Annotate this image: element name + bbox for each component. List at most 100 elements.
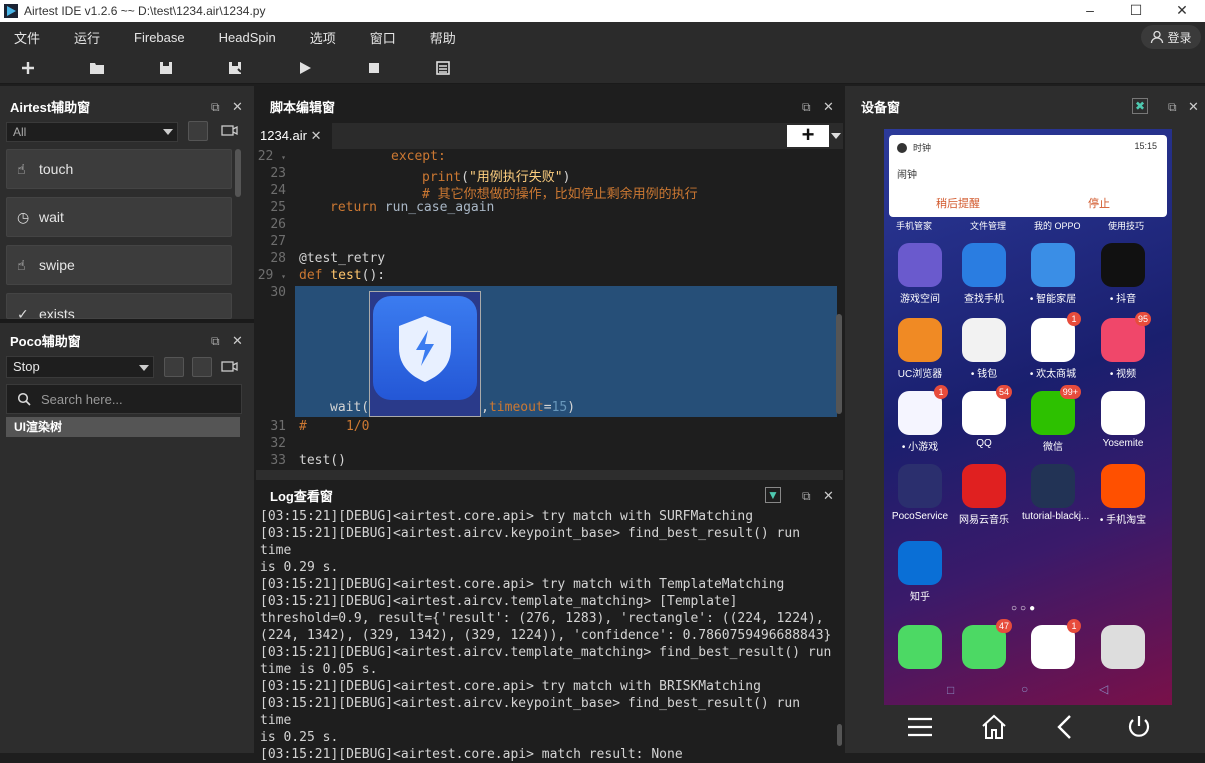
line-number: 31	[270, 419, 286, 434]
app-icon-14[interactable]: tutorial-blackj...	[1022, 464, 1089, 522]
editor-scrollbar[interactable]	[836, 314, 842, 414]
stop-alarm-button[interactable]: 停止	[1088, 195, 1110, 211]
dock-app-1[interactable]: 47	[953, 619, 1015, 672]
template-image-thumbnail[interactable]	[369, 291, 481, 417]
tab-list-chevron-icon[interactable]	[831, 133, 841, 139]
back-icon[interactable]	[1056, 714, 1074, 740]
log-output[interactable]: [03:15:21][DEBUG]<airtest.core.api> try …	[260, 508, 835, 763]
dock-app-3[interactable]	[1092, 625, 1154, 672]
new-tab-button[interactable]: +	[787, 124, 829, 147]
app-icon-7[interactable]: 95 • 视频	[1092, 312, 1154, 380]
alarm-notification[interactable]: 时钟 15:15 闹钟 稍后提醒 停止	[889, 135, 1167, 217]
app-label: • 抖音	[1109, 294, 1137, 305]
poco-record-icon[interactable]	[220, 357, 240, 377]
refresh-icon[interactable]	[192, 357, 212, 377]
wait-action-button[interactable]: ◷ wait	[6, 197, 232, 237]
dock-app-0[interactable]	[889, 625, 951, 672]
android-recents-icon[interactable]: □	[947, 683, 954, 697]
line-number: 22 ▾	[257, 149, 286, 164]
touch-action-button[interactable]: ☝ touch	[6, 149, 232, 189]
float-poco-icon[interactable]: ⧉	[211, 334, 220, 349]
new-file-icon[interactable]	[20, 60, 36, 76]
menu-file[interactable]: 文件	[0, 28, 54, 47]
airtest-scrollbar[interactable]	[235, 149, 241, 197]
app-icon-3[interactable]: • 抖音	[1092, 243, 1154, 305]
app-icon-16[interactable]: 知乎	[889, 541, 951, 603]
app-icon-6[interactable]: 1 • 欢太商城	[1022, 312, 1084, 380]
snooze-button[interactable]: 稍后提醒	[936, 195, 980, 211]
poco-search-input[interactable]: Search here...	[6, 384, 242, 414]
close-editor-icon[interactable]: ✕	[823, 99, 834, 115]
android-back-icon[interactable]: ◁	[1099, 682, 1108, 696]
close-poco-icon[interactable]: ✕	[232, 333, 243, 349]
app-icon-5[interactable]: • 钱包	[953, 318, 1015, 380]
menu-help[interactable]: 帮助	[416, 28, 470, 47]
stop-icon[interactable]	[366, 60, 382, 76]
app-icon-8[interactable]: 1 • 小游戏	[889, 385, 951, 453]
close-window-icon[interactable]: ✕	[1159, 0, 1205, 22]
dock-app-2[interactable]: 1	[1022, 619, 1084, 672]
app-icon-15[interactable]: • 手机淘宝	[1092, 464, 1154, 526]
menu-firebase[interactable]: Firebase	[120, 30, 199, 45]
float-log-icon[interactable]: ⧉	[802, 489, 811, 504]
menu-icon[interactable]	[907, 716, 933, 738]
app-icon-9[interactable]: 54 QQ	[953, 385, 1015, 449]
app-icon-13[interactable]: 网易云音乐	[953, 464, 1015, 526]
app-icon-1[interactable]: 查找手机	[953, 243, 1015, 305]
close-tab-icon[interactable]: ✕	[311, 128, 322, 143]
menu-window[interactable]: 窗口	[356, 28, 410, 47]
log-filter-icon[interactable]: ▼	[765, 487, 781, 503]
device-screen[interactable]: 时钟 15:15 闹钟 稍后提醒 停止 手机管家 文件管理 我的 OPPO 使用…	[884, 129, 1172, 709]
menu-run[interactable]: 运行	[60, 28, 114, 47]
close-log-icon[interactable]: ✕	[823, 488, 834, 504]
save-as-icon[interactable]	[227, 60, 243, 76]
login-button[interactable]: 登录	[1141, 25, 1201, 49]
app-icon-image	[1101, 391, 1145, 435]
close-panel-icon[interactable]: ✕	[232, 99, 243, 115]
code-area[interactable]: 22 ▾ except: 23 print("用例执行失败") 24 # 其它你…	[256, 149, 843, 470]
ui-tree-root[interactable]: UI渲染树	[6, 417, 240, 437]
menu-headspin[interactable]: HeadSpin	[205, 30, 290, 45]
float-editor-icon[interactable]: ⧉	[802, 100, 811, 115]
android-home-icon[interactable]: ○	[1021, 682, 1028, 696]
close-device-icon[interactable]: ✕	[1188, 99, 1199, 115]
app-icon-11[interactable]: Yosemite	[1092, 391, 1154, 449]
notification-badge: 1	[934, 385, 948, 399]
app-label: UC浏览器	[897, 369, 943, 380]
app-icon-0[interactable]: 游戏空间	[889, 243, 951, 305]
open-folder-icon[interactable]	[89, 60, 105, 76]
notif-app-name: 时钟	[913, 143, 932, 153]
device-tools-icon[interactable]: ✖	[1132, 98, 1148, 114]
home-icon[interactable]	[981, 714, 1007, 740]
minimize-icon[interactable]: –	[1067, 0, 1113, 22]
screenshot-select-icon[interactable]	[188, 121, 208, 141]
app-icon-10[interactable]: 99+ 微信	[1022, 385, 1084, 453]
app-label: 查找手机	[964, 294, 1004, 305]
app-icon-4[interactable]: UC浏览器	[889, 318, 951, 380]
lock-icon[interactable]	[164, 357, 184, 377]
save-icon[interactable]	[158, 60, 174, 76]
power-icon[interactable]	[1126, 714, 1152, 740]
log-line: is 0.29 s.	[260, 560, 339, 575]
app-icon-2[interactable]: • 智能家居	[1022, 243, 1084, 305]
tab-1234-air[interactable]: 1234.air ✕	[256, 123, 332, 149]
record-icon[interactable]	[220, 121, 240, 141]
poco-mode-dropdown[interactable]: Stop	[6, 356, 154, 378]
log-report-icon[interactable]	[435, 60, 451, 76]
action-filter-value: All	[13, 125, 27, 139]
swipe-action-button[interactable]: ☝ swipe	[6, 245, 232, 285]
touch-label: touch	[39, 161, 74, 177]
app-icon-image: 54	[962, 385, 1012, 435]
line-number: 25	[270, 200, 286, 215]
float-device-icon[interactable]: ⧉	[1168, 100, 1177, 115]
menu-options[interactable]: 选项	[296, 28, 350, 47]
run-icon[interactable]	[297, 60, 313, 76]
log-scrollbar[interactable]	[837, 724, 842, 746]
app-icon-12[interactable]: PocoService	[889, 464, 951, 522]
float-panel-icon[interactable]: ⧉	[211, 100, 220, 115]
maximize-icon[interactable]: ☐	[1113, 0, 1159, 22]
action-filter-dropdown[interactable]: All	[6, 122, 178, 142]
chevron-down-icon	[163, 129, 173, 135]
line-number: 30	[270, 285, 286, 300]
exists-action-button[interactable]: ✓ exists	[6, 293, 232, 319]
